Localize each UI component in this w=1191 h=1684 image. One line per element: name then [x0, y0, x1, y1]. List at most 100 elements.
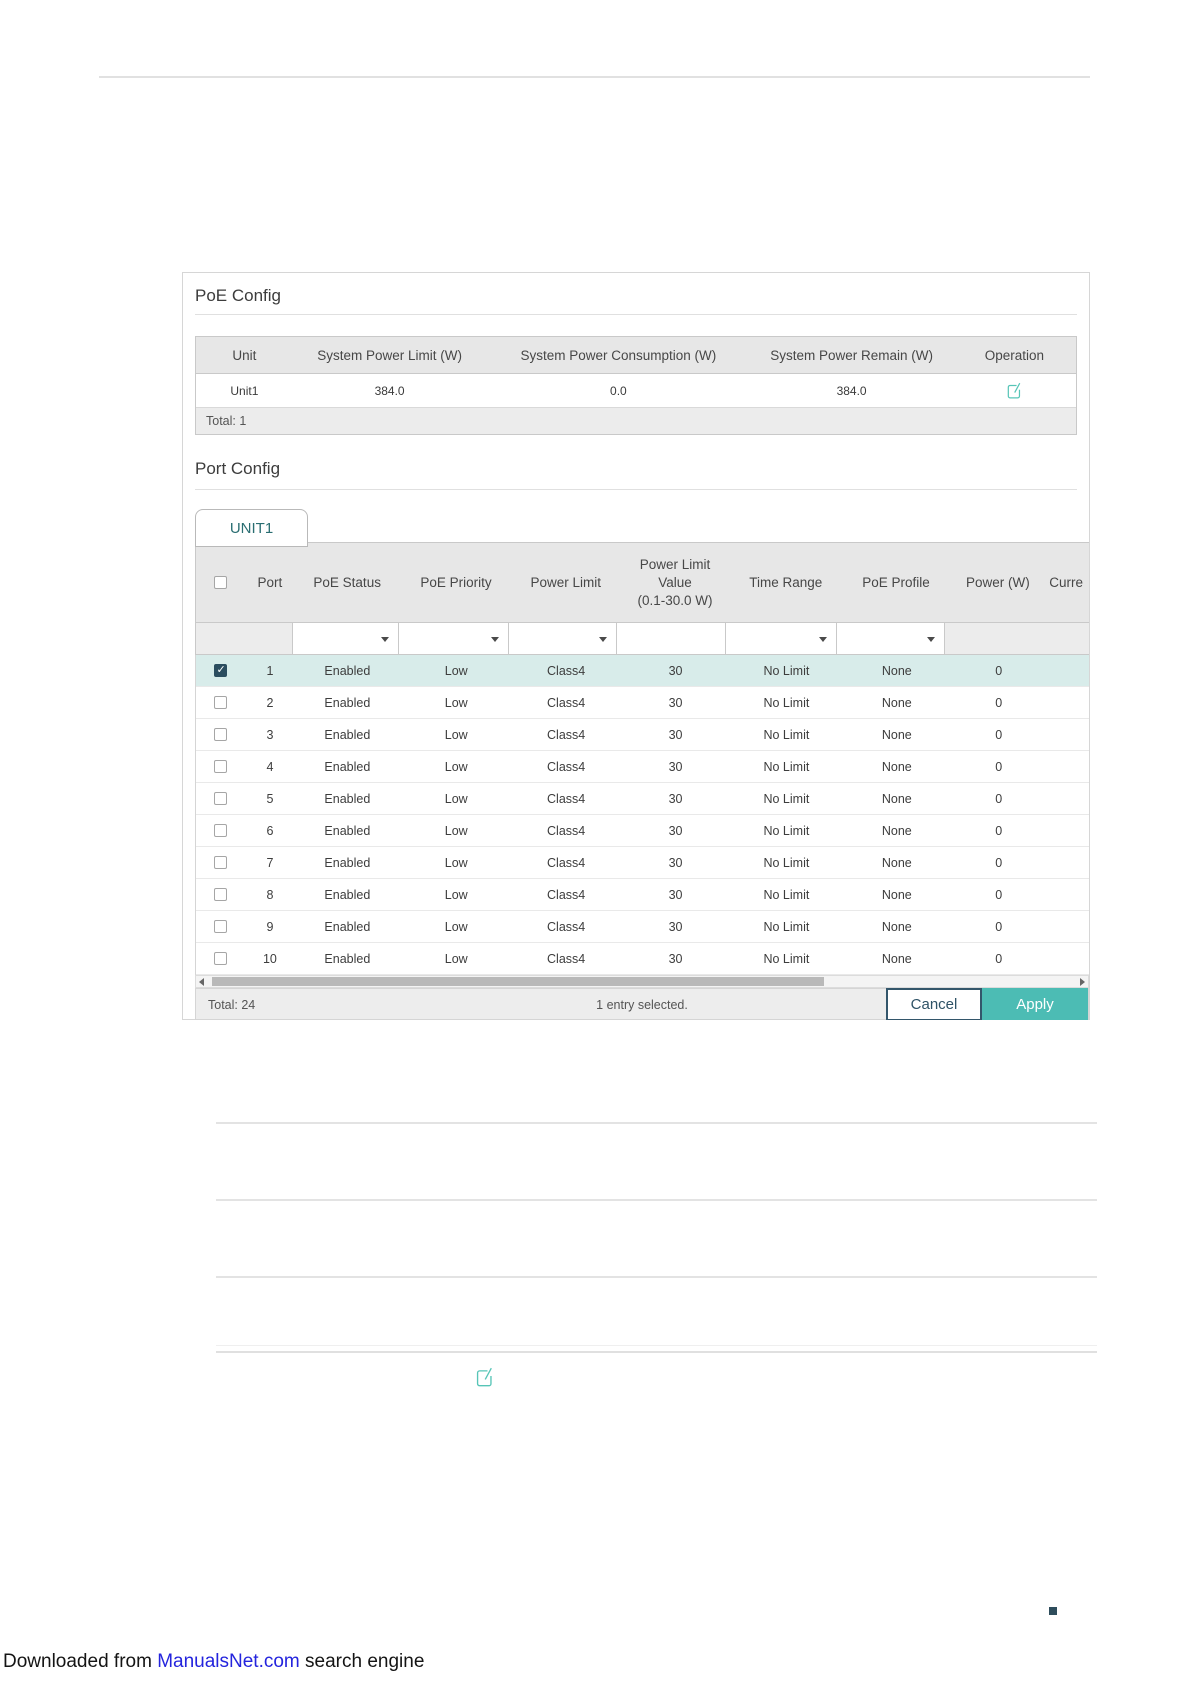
cell-poe-priority: Low [444, 727, 468, 742]
cell-power-w: 0 [995, 791, 1003, 806]
cell-poe-profile: None [881, 663, 912, 678]
select-all-checkbox[interactable] [214, 576, 228, 589]
col-system-power-consumption: System Power Consumption (W) [520, 347, 717, 363]
cell-power-limit-value: 30 [668, 695, 683, 710]
manualsnet-link[interactable]: ManualsNet.com [157, 1651, 300, 1672]
cell-power-w: 0 [995, 727, 1003, 742]
cell-power-limit: Class4 [547, 951, 586, 966]
cell-poe-priority: Low [444, 759, 468, 774]
row-checkbox[interactable] [214, 728, 228, 741]
cell-poe-priority: Low [444, 855, 468, 870]
cell-poe-status: Enabled [324, 791, 371, 806]
tab-unit1[interactable]: UNIT1 [195, 509, 308, 547]
cell-time-range: No Limit [763, 695, 810, 710]
row-checkbox[interactable] [214, 856, 228, 869]
cell-unit: Unit1 [230, 383, 259, 398]
unit-edit-button[interactable] [953, 382, 1076, 400]
cancel-button[interactable]: Cancel [886, 988, 982, 1020]
row-checkbox[interactable] [214, 792, 228, 805]
system-power-total: Total: 1 [196, 408, 1076, 434]
cell-power-limit: Class4 [547, 855, 586, 870]
port-table-footer: Total: 24 1 entry selected. Cancel Apply [195, 988, 1089, 1020]
cell-time-range: No Limit [763, 791, 810, 806]
cell-poe-status: Enabled [324, 823, 371, 838]
cell-power-limit-value: 30 [668, 855, 683, 870]
cell-poe-profile: None [881, 823, 912, 838]
scroll-right-icon[interactable] [1080, 978, 1085, 986]
scroll-left-icon[interactable] [199, 978, 204, 986]
cell-port: 9 [266, 919, 274, 934]
cell-power-limit-value: 30 [668, 791, 683, 806]
col-unit: Unit [232, 347, 257, 363]
system-power-table: Unit System Power Limit (W) System Power… [195, 336, 1077, 435]
table-row: 6 Enabled Low Class4 30 No Limit None 0 [196, 815, 1089, 847]
cell-port: 6 [266, 823, 274, 838]
cell-power-limit: 384.0 [374, 383, 405, 398]
col-operation: Operation [984, 347, 1045, 363]
doc-rule [216, 1351, 1097, 1353]
cell-power-limit: Class4 [547, 919, 586, 934]
poe-config-title-rule [195, 314, 1077, 315]
col-port: Port [257, 575, 283, 590]
cell-poe-status: Enabled [324, 951, 371, 966]
cell-poe-status: Enabled [324, 919, 371, 934]
power-limit-value-cell [616, 622, 726, 655]
filter-power-blank [944, 622, 1089, 655]
cell-power-limit: Class4 [547, 727, 586, 742]
table-row: 4 Enabled Low Class4 30 No Limit None 0 [196, 751, 1089, 783]
table-row: 3 Enabled Low Class4 30 No Limit None 0 [196, 719, 1089, 751]
cell-power-limit: Class4 [547, 759, 586, 774]
row-checkbox[interactable] [214, 663, 228, 677]
filter-port-blank [195, 622, 293, 655]
cell-power-w: 0 [995, 855, 1003, 870]
row-checkbox[interactable] [214, 920, 228, 933]
power-limit-filter[interactable] [508, 622, 617, 655]
row-checkbox[interactable] [214, 888, 228, 901]
poe-status-filter[interactable] [292, 622, 399, 655]
row-checkbox[interactable] [214, 952, 228, 965]
col-time-range: Time Range [749, 575, 823, 590]
filter-row [195, 622, 1089, 655]
cell-poe-priority: Low [444, 887, 468, 902]
doc-rule [216, 1199, 1097, 1201]
cell-poe-status: Enabled [324, 663, 371, 678]
row-checkbox[interactable] [214, 824, 228, 837]
col-poe-status: PoE Status [313, 575, 381, 590]
poe-profile-filter[interactable] [836, 622, 945, 655]
doc-rule [216, 1276, 1097, 1278]
cell-time-range: No Limit [763, 951, 810, 966]
cell-poe-priority: Low [444, 951, 468, 966]
cell-power-limit: Class4 [547, 695, 586, 710]
port-table-body: 1 Enabled Low Class4 30 No Limit None 0 … [195, 655, 1089, 975]
time-range-filter[interactable] [725, 622, 837, 655]
cell-power-limit-value: 30 [668, 887, 683, 902]
system-power-table-header: Unit System Power Limit (W) System Power… [196, 337, 1076, 374]
cell-poe-priority: Low [444, 823, 468, 838]
poe-priority-filter[interactable] [398, 622, 509, 655]
cell-power-limit: Class4 [547, 887, 586, 902]
hscrollbar-thumb[interactable] [212, 977, 824, 986]
chevron-down-icon [927, 637, 935, 642]
cell-power-limit: Class4 [547, 791, 586, 806]
apply-button[interactable]: Apply [982, 988, 1088, 1020]
power-limit-value-input[interactable] [617, 623, 725, 654]
cell-power-limit-value: 30 [668, 663, 683, 678]
table-row: 7 Enabled Low Class4 30 No Limit None 0 [196, 847, 1089, 879]
cell-poe-profile: None [881, 855, 912, 870]
col-power-w: Power (W) [965, 575, 1030, 590]
row-checkbox[interactable] [214, 760, 228, 773]
cell-power-limit-value: 30 [668, 919, 683, 934]
cell-poe-status: Enabled [324, 727, 371, 742]
page-top-rule [99, 76, 1090, 78]
table-row: 8 Enabled Low Class4 30 No Limit None 0 [196, 879, 1089, 911]
table-row: 1 Enabled Low Class4 30 No Limit None 0 [196, 655, 1089, 687]
cell-power-w: 0 [995, 695, 1003, 710]
poe-config-title: PoE Config [195, 286, 281, 305]
cell-poe-profile: None [881, 759, 912, 774]
cell-port: 3 [266, 727, 274, 742]
cell-poe-priority: Low [444, 663, 468, 678]
horizontal-scrollbar[interactable] [195, 975, 1089, 988]
edit-icon [1007, 382, 1022, 400]
row-checkbox[interactable] [214, 696, 228, 709]
unit-row: Unit1 384.0 0.0 384.0 [196, 374, 1076, 408]
